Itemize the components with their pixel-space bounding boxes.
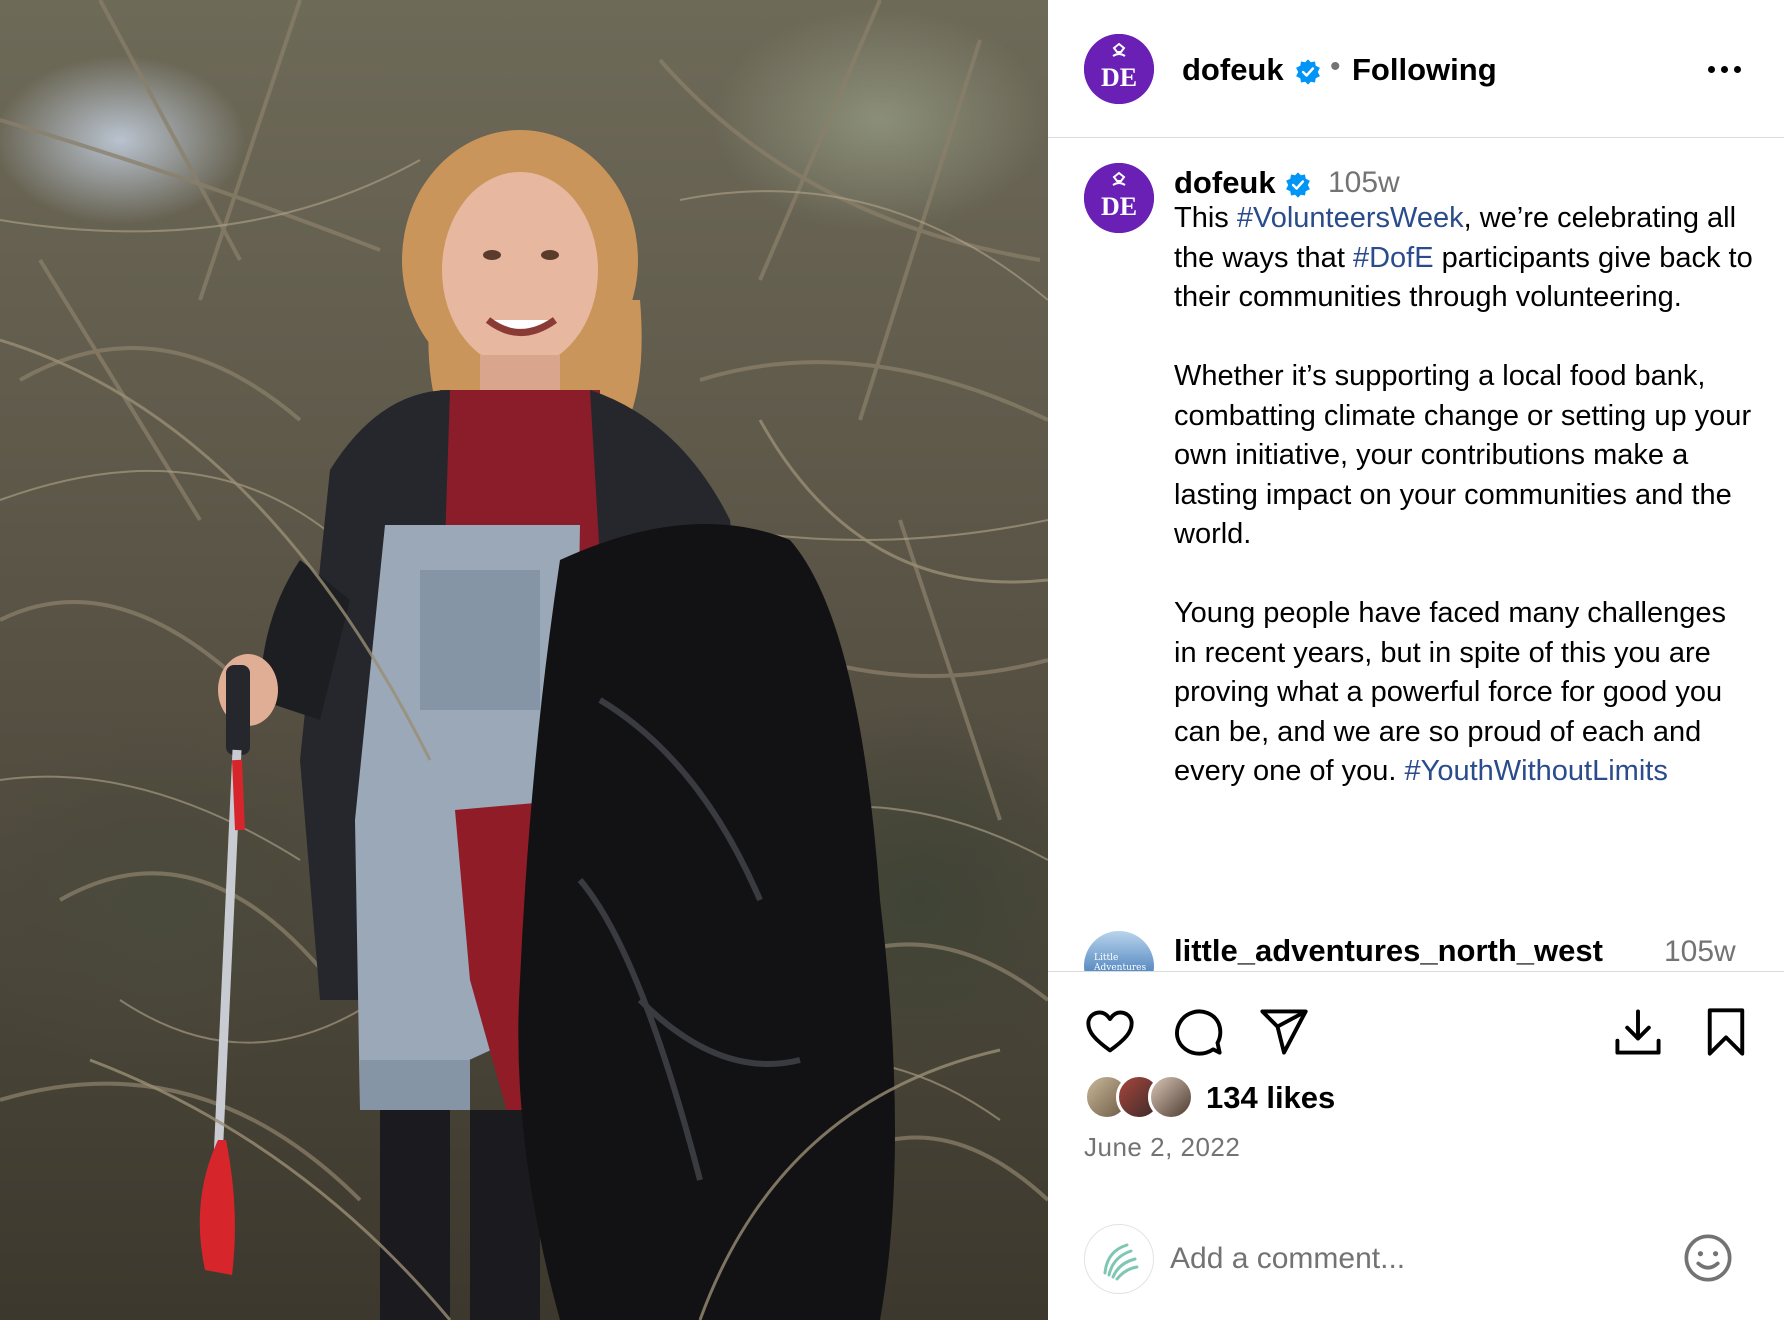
post-date[interactable]: June 2, 2022 [1084, 1132, 1240, 1163]
comment-bubble-icon[interactable] [1172, 1006, 1224, 1058]
dofe-logo-icon: DE [1084, 34, 1154, 104]
add-comment-bar [1048, 1188, 1784, 1320]
like-heart-icon[interactable] [1084, 1006, 1136, 1058]
commenter-username[interactable]: little_adventures_north_west [1174, 933, 1603, 969]
caption-avatar[interactable]: DE [1084, 163, 1154, 233]
share-paper-plane-icon[interactable] [1258, 1006, 1310, 1058]
caption-text-segment: This [1174, 202, 1237, 234]
caption-text-segment: participants give back to their communit… [1174, 241, 1753, 788]
hashtag-link[interactable]: #VolunteersWeek [1237, 202, 1464, 234]
commenter-avatar-text: Little Adventures [1094, 953, 1147, 971]
caption-timestamp[interactable]: 105w [1328, 166, 1400, 200]
comment-input[interactable] [1170, 1228, 1630, 1290]
current-user-avatar [1084, 1224, 1154, 1294]
save-bookmark-icon[interactable] [1700, 1006, 1752, 1058]
hashtag-link[interactable]: #YouthWithoutLimits [1405, 755, 1668, 787]
svg-text:DE: DE [1101, 192, 1137, 221]
emoji-smiley-icon[interactable] [1682, 1232, 1734, 1284]
post-side-panel: DE dofeuk • Following DE dofeuk 105w Thi… [1048, 0, 1784, 1320]
liker-avatar [1148, 1074, 1194, 1120]
more-options-icon[interactable] [1708, 66, 1741, 73]
hashtag-link[interactable]: #DofE [1353, 242, 1434, 274]
commenter-avatar[interactable]: Little Adventures [1084, 931, 1154, 971]
post-header: DE dofeuk • Following [1048, 0, 1784, 138]
svg-text:DE: DE [1101, 63, 1137, 92]
swirl-logo-icon [1103, 1243, 1139, 1281]
following-button[interactable]: Following [1352, 52, 1497, 88]
comments-scroll-area[interactable]: DE dofeuk 105w This #VolunteersWeek, we’… [1048, 139, 1784, 971]
header-username[interactable]: dofeuk [1182, 52, 1284, 88]
comment-timestamp[interactable]: 105w [1664, 935, 1736, 969]
post-actions-section: 134 likes June 2, 2022 [1048, 971, 1784, 1320]
profile-avatar[interactable]: DE [1084, 34, 1154, 104]
verified-badge-icon [1296, 59, 1320, 85]
header-separator: • [1330, 50, 1341, 83]
instagram-post-modal: DE dofeuk • Following DE dofeuk 105w Thi… [0, 0, 1784, 1320]
post-photo[interactable] [0, 0, 1048, 1320]
dofe-logo-icon: DE [1084, 163, 1154, 233]
download-icon[interactable] [1612, 1006, 1664, 1058]
likes-count[interactable]: 134 likes [1206, 1080, 1335, 1116]
liker-avatars[interactable] [1084, 1074, 1204, 1120]
caption-text: This #VolunteersWeek, we’re celebrating … [1174, 199, 1754, 792]
caption-username[interactable]: dofeuk [1174, 165, 1276, 201]
verified-badge-icon [1286, 172, 1310, 198]
